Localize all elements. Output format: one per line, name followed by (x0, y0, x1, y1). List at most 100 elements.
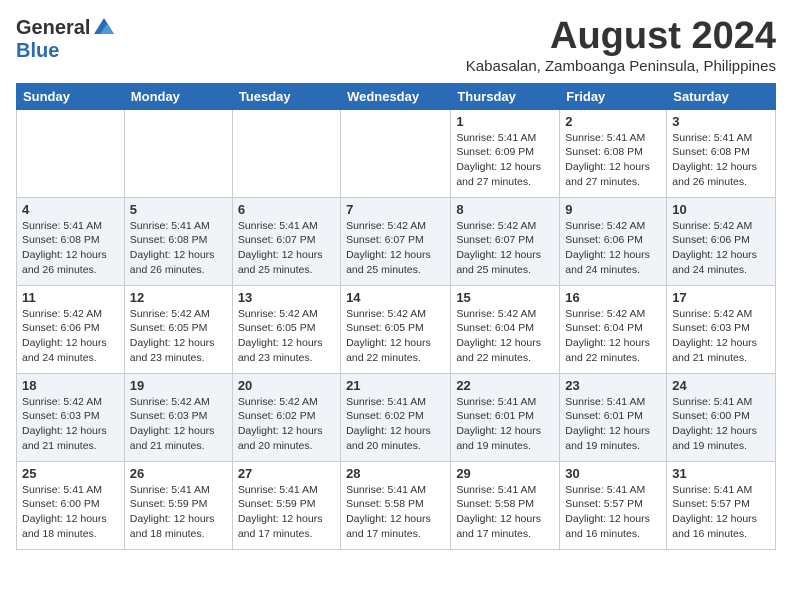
calendar-week-row: 1 Sunrise: 5:41 AM Sunset: 6:09 PM Daylig… (17, 109, 776, 197)
calendar-header-tuesday: Tuesday (232, 83, 340, 109)
day-number: 21 (346, 378, 445, 393)
day-number: 1 (456, 114, 554, 129)
calendar-day-cell: 18 Sunrise: 5:42 AM Sunset: 6:03 PM Dayli… (17, 373, 125, 461)
calendar-day-cell: 12 Sunrise: 5:42 AM Sunset: 6:05 PM Dayli… (124, 285, 232, 373)
calendar-day-cell: 8 Sunrise: 5:42 AM Sunset: 6:07 PM Daylig… (451, 197, 560, 285)
day-info: Sunrise: 5:42 AM Sunset: 6:03 PM Dayligh… (672, 307, 770, 366)
day-number: 2 (565, 114, 661, 129)
calendar-day-cell: 28Sunrise: 5:41 AM Sunset: 5:58 PM Dayli… (341, 461, 451, 549)
day-number: 23 (565, 378, 661, 393)
calendar-day-cell: 24 Sunrise: 5:41 AM Sunset: 6:00 PM Dayli… (667, 373, 776, 461)
calendar-day-cell: 17 Sunrise: 5:42 AM Sunset: 6:03 PM Dayli… (667, 285, 776, 373)
day-number: 16 (565, 290, 661, 305)
day-info: Sunrise: 5:42 AM Sunset: 6:06 PM Dayligh… (22, 307, 119, 366)
day-info: Sunrise: 5:41 AM Sunset: 6:08 PM Dayligh… (672, 131, 770, 190)
day-info: Sunrise: 5:41 AM Sunset: 6:02 PM Dayligh… (346, 395, 445, 454)
calendar-header-thursday: Thursday (451, 83, 560, 109)
day-info: Sunrise: 5:42 AM Sunset: 6:06 PM Dayligh… (565, 219, 661, 278)
calendar-table: SundayMondayTuesdayWednesdayThursdayFrid… (16, 83, 776, 550)
day-number: 31 (672, 466, 770, 481)
calendar-header-saturday: Saturday (667, 83, 776, 109)
calendar-day-cell: 30 Sunrise: 5:41 AM Sunset: 5:57 PM Dayli… (560, 461, 667, 549)
day-number: 18 (22, 378, 119, 393)
calendar-week-row: 25 Sunrise: 5:41 AM Sunset: 6:00 PM Dayli… (17, 461, 776, 549)
day-info: Sunrise: 5:41 AM Sunset: 5:59 PM Dayligh… (238, 483, 335, 542)
calendar-header-monday: Monday (124, 83, 232, 109)
calendar-day-cell: 9 Sunrise: 5:42 AM Sunset: 6:06 PM Daylig… (560, 197, 667, 285)
calendar-day-cell: 7Sunrise: 5:42 AM Sunset: 6:07 PM Daylig… (341, 197, 451, 285)
day-number: 10 (672, 202, 770, 217)
day-info: Sunrise: 5:42 AM Sunset: 6:07 PM Dayligh… (456, 219, 554, 278)
day-info: Sunrise: 5:41 AM Sunset: 6:08 PM Dayligh… (565, 131, 661, 190)
day-number: 19 (130, 378, 227, 393)
day-info: Sunrise: 5:42 AM Sunset: 6:05 PM Dayligh… (130, 307, 227, 366)
calendar-week-row: 11 Sunrise: 5:42 AM Sunset: 6:06 PM Dayli… (17, 285, 776, 373)
day-info: Sunrise: 5:41 AM Sunset: 5:59 PM Dayligh… (130, 483, 227, 542)
day-info: Sunrise: 5:41 AM Sunset: 6:09 PM Dayligh… (456, 131, 554, 190)
day-number: 14 (346, 290, 445, 305)
day-info: Sunrise: 5:41 AM Sunset: 6:08 PM Dayligh… (130, 219, 227, 278)
calendar-day-cell: 20 Sunrise: 5:42 AM Sunset: 6:02 PM Dayli… (232, 373, 340, 461)
day-info: Sunrise: 5:41 AM Sunset: 5:58 PM Dayligh… (456, 483, 554, 542)
day-info: Sunrise: 5:42 AM Sunset: 6:03 PM Dayligh… (22, 395, 119, 454)
day-number: 9 (565, 202, 661, 217)
calendar-day-cell: 13 Sunrise: 5:42 AM Sunset: 6:05 PM Dayli… (232, 285, 340, 373)
logo-blue-text: Blue (16, 40, 59, 63)
day-number: 27 (238, 466, 335, 481)
calendar-day-cell: 29Sunrise: 5:41 AM Sunset: 5:58 PM Dayli… (451, 461, 560, 549)
calendar-day-cell: 2 Sunrise: 5:41 AM Sunset: 6:08 PM Daylig… (560, 109, 667, 197)
calendar-day-cell: 14 Sunrise: 5:42 AM Sunset: 6:05 PM Dayli… (341, 285, 451, 373)
day-info: Sunrise: 5:41 AM Sunset: 5:57 PM Dayligh… (565, 483, 661, 542)
day-number: 12 (130, 290, 227, 305)
day-info: Sunrise: 5:41 AM Sunset: 6:01 PM Dayligh… (456, 395, 554, 454)
day-number: 26 (130, 466, 227, 481)
calendar-day-cell: 26 Sunrise: 5:41 AM Sunset: 5:59 PM Dayli… (124, 461, 232, 549)
day-info: Sunrise: 5:42 AM Sunset: 6:04 PM Dayligh… (456, 307, 554, 366)
day-number: 17 (672, 290, 770, 305)
day-number: 15 (456, 290, 554, 305)
day-info: Sunrise: 5:42 AM Sunset: 6:04 PM Dayligh… (565, 307, 661, 366)
calendar-header-wednesday: Wednesday (341, 83, 451, 109)
logo-icon (92, 16, 116, 40)
day-number: 11 (22, 290, 119, 305)
calendar-week-row: 4 Sunrise: 5:41 AM Sunset: 6:08 PM Daylig… (17, 197, 776, 285)
calendar-day-cell: 19 Sunrise: 5:42 AM Sunset: 6:03 PM Dayli… (124, 373, 232, 461)
calendar-day-cell (124, 109, 232, 197)
day-info: Sunrise: 5:41 AM Sunset: 5:57 PM Dayligh… (672, 483, 770, 542)
day-number: 28 (346, 466, 445, 481)
day-number: 22 (456, 378, 554, 393)
logo-general-text: General (16, 17, 90, 40)
calendar-day-cell: 10Sunrise: 5:42 AM Sunset: 6:06 PM Dayli… (667, 197, 776, 285)
page-header: General Blue August 2024 Kabasalan, Zamb… (16, 16, 776, 75)
calendar-day-cell: 11 Sunrise: 5:42 AM Sunset: 6:06 PM Dayli… (17, 285, 125, 373)
day-number: 3 (672, 114, 770, 129)
day-info: Sunrise: 5:41 AM Sunset: 6:00 PM Dayligh… (22, 483, 119, 542)
day-number: 4 (22, 202, 119, 217)
day-number: 30 (565, 466, 661, 481)
day-number: 25 (22, 466, 119, 481)
day-number: 6 (238, 202, 335, 217)
day-info: Sunrise: 5:41 AM Sunset: 6:01 PM Dayligh… (565, 395, 661, 454)
calendar-day-cell: 16 Sunrise: 5:42 AM Sunset: 6:04 PM Dayli… (560, 285, 667, 373)
month-year-title: August 2024 (466, 16, 776, 58)
day-number: 13 (238, 290, 335, 305)
day-info: Sunrise: 5:42 AM Sunset: 6:05 PM Dayligh… (238, 307, 335, 366)
day-info: Sunrise: 5:42 AM Sunset: 6:03 PM Dayligh… (130, 395, 227, 454)
day-info: Sunrise: 5:41 AM Sunset: 6:00 PM Dayligh… (672, 395, 770, 454)
day-number: 20 (238, 378, 335, 393)
location-subtitle: Kabasalan, Zamboanga Peninsula, Philippi… (466, 58, 776, 75)
calendar-day-cell: 21 Sunrise: 5:41 AM Sunset: 6:02 PM Dayli… (341, 373, 451, 461)
calendar-header-sunday: Sunday (17, 83, 125, 109)
title-section: August 2024 Kabasalan, Zamboanga Peninsu… (466, 16, 776, 75)
day-number: 5 (130, 202, 227, 217)
calendar-day-cell: 22 Sunrise: 5:41 AM Sunset: 6:01 PM Dayli… (451, 373, 560, 461)
day-info: Sunrise: 5:42 AM Sunset: 6:05 PM Dayligh… (346, 307, 445, 366)
day-number: 24 (672, 378, 770, 393)
day-info: Sunrise: 5:42 AM Sunset: 6:02 PM Dayligh… (238, 395, 335, 454)
calendar-day-cell: 25 Sunrise: 5:41 AM Sunset: 6:00 PM Dayli… (17, 461, 125, 549)
calendar-day-cell (232, 109, 340, 197)
calendar-header-friday: Friday (560, 83, 667, 109)
day-info: Sunrise: 5:41 AM Sunset: 6:08 PM Dayligh… (22, 219, 119, 278)
day-number: 8 (456, 202, 554, 217)
calendar-day-cell: 15 Sunrise: 5:42 AM Sunset: 6:04 PM Dayli… (451, 285, 560, 373)
